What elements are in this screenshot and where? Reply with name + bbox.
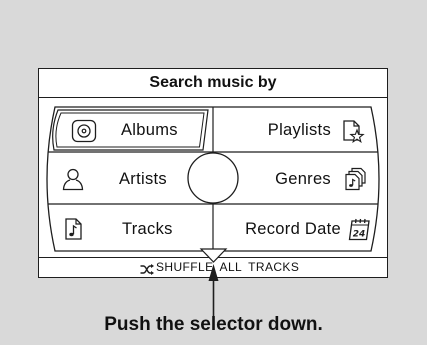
menu-item-label: Genres <box>275 169 331 188</box>
search-music-panel: Search music by Albums Artists Tracks Pl… <box>38 68 388 278</box>
shuffle-icon <box>140 262 154 275</box>
playlist-star-icon <box>340 119 365 143</box>
calendar-day-text: 24 <box>353 230 366 240</box>
menu-item-artists[interactable]: Artists <box>51 155 209 203</box>
instruction-caption: Push the selector down. <box>104 314 323 335</box>
menu-item-albums[interactable]: Albums <box>51 109 209 152</box>
genre-files-icon <box>343 167 367 191</box>
calendar-icon: 24 <box>347 217 371 241</box>
menu-item-label: Record Date <box>245 219 341 238</box>
menu-item-genres[interactable]: Genres <box>219 155 377 203</box>
menu-item-playlists[interactable]: Playlists <box>219 109 377 152</box>
menu-item-label: Albums <box>121 121 178 139</box>
menu-item-tracks[interactable]: Tracks <box>51 207 209 251</box>
menu-item-record-date[interactable]: Record Date 24 <box>219 207 377 251</box>
menu-item-label: Artists <box>119 169 167 188</box>
person-icon <box>61 167 85 191</box>
shuffle-all-tracks-button[interactable]: SHUFFLE ALL TRACKS <box>39 257 387 277</box>
music-file-icon <box>61 217 85 241</box>
menu-item-label: Playlists <box>267 121 331 139</box>
footer-label: SHUFFLE ALL TRACKS <box>156 260 300 274</box>
disc-icon <box>71 119 97 143</box>
menu-item-label: Tracks <box>122 219 173 238</box>
